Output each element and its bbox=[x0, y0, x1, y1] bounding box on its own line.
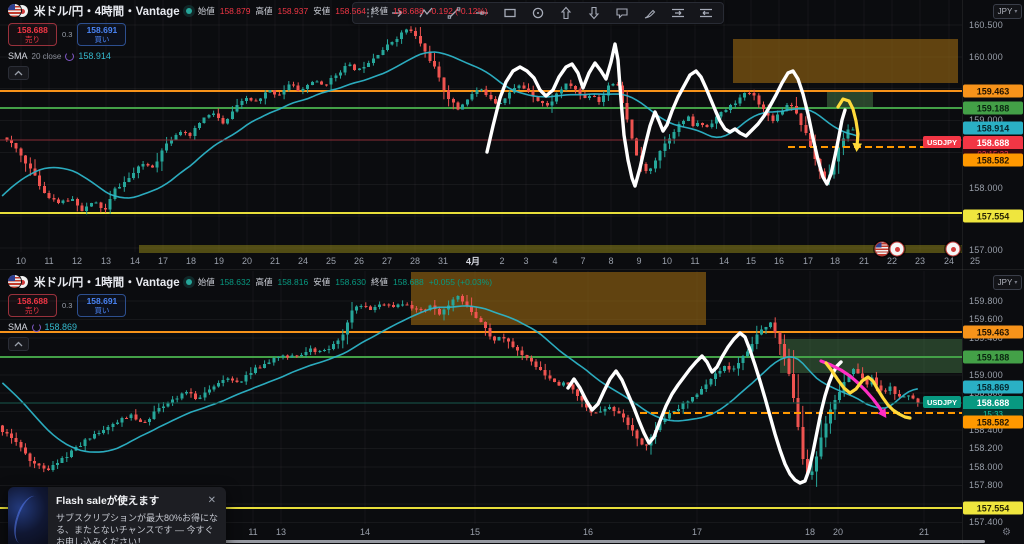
time-axis-top[interactable] bbox=[0, 253, 962, 269]
forecast-down-icon[interactable] bbox=[695, 5, 717, 21]
price-scale-settings-gear-icon[interactable]: ⚙ bbox=[1002, 527, 1011, 538]
rectangle-icon[interactable] bbox=[499, 5, 521, 21]
indicator-params: 20 close bbox=[32, 52, 62, 61]
ohlc-label: 安値 bbox=[313, 276, 330, 288]
spread-value: 0.3 bbox=[62, 30, 72, 39]
buy-button[interactable]: 158.691 買い bbox=[77, 23, 126, 46]
ohlc-value: 158.564 bbox=[335, 6, 366, 16]
zone-layer bbox=[411, 272, 963, 373]
indicator-row-sma[interactable]: SMA 20 close 158.914 bbox=[8, 51, 488, 61]
promo-popup: Flash saleが使えます ✕ サブスクリプションが最大80%お得になる、ま… bbox=[8, 487, 226, 544]
currency-label: JPY bbox=[998, 278, 1013, 287]
symbol-header-bottom: 米ドル/円・1時間・Vantage 始値 158.632 高値 158.816 安値… bbox=[8, 274, 492, 351]
ohlc-value: 158.630 bbox=[335, 277, 366, 287]
price-scale-currency-bottom[interactable]: JPY ▾ bbox=[993, 275, 1022, 290]
symbol-pair-icon[interactable] bbox=[8, 275, 28, 289]
currency-label: JPY bbox=[998, 7, 1013, 16]
symbol-title[interactable]: 米ドル/円・4時間・Vantage bbox=[34, 3, 180, 19]
ohlc-label: 安値 bbox=[313, 5, 330, 17]
ohlc-value: 158.879 bbox=[220, 6, 251, 16]
ohlc-label: 始値 bbox=[198, 276, 215, 288]
popup-title: Flash saleが使えます bbox=[56, 493, 159, 508]
panel-collapse-button[interactable] bbox=[8, 66, 29, 80]
sell-label: 売り bbox=[9, 307, 56, 316]
symbol-pair-icon[interactable] bbox=[8, 4, 28, 18]
economic-events-bar bbox=[139, 245, 962, 253]
buy-button[interactable]: 158.691 買い bbox=[77, 294, 126, 317]
arrow-up-icon[interactable] bbox=[555, 5, 577, 21]
panel-collapse-button[interactable] bbox=[8, 337, 29, 351]
ohlc-value: 158.688 bbox=[393, 277, 424, 287]
arrow-down-icon[interactable] bbox=[583, 5, 605, 21]
symbol-header-top: 米ドル/円・4時間・Vantage 始値 158.879 高値 158.937 安値… bbox=[8, 3, 488, 80]
caret-down-icon: ▾ bbox=[1014, 8, 1017, 15]
ohlc-label: 高値 bbox=[255, 5, 272, 17]
ohlc-value: 158.937 bbox=[277, 6, 308, 16]
price-scale-currency-top[interactable]: JPY ▾ bbox=[993, 4, 1022, 19]
circle-icon[interactable] bbox=[527, 5, 549, 21]
ohlc-readout: 始値158.879 高値158.937 安値158.564 終値158.688 … bbox=[198, 5, 488, 17]
symbol-price-tag: USDJPY bbox=[923, 136, 961, 148]
chevron-up-icon bbox=[14, 341, 23, 347]
sell-label: 売り bbox=[9, 36, 56, 45]
indicator-loading-icon bbox=[32, 323, 41, 332]
sell-button[interactable]: 158.688 売り bbox=[8, 294, 57, 317]
symbol-price-tag: USDJPY bbox=[923, 396, 961, 408]
ohlc-label: 始値 bbox=[198, 5, 215, 17]
callout-icon[interactable] bbox=[611, 5, 633, 21]
change-readout: +0.055 (+0.03%) bbox=[429, 277, 492, 287]
brush-icon[interactable] bbox=[639, 5, 661, 21]
ohlc-label: 終値 bbox=[371, 276, 388, 288]
market-status-dot bbox=[186, 8, 192, 14]
zone-layer bbox=[733, 39, 958, 107]
forecast-up-icon[interactable] bbox=[667, 5, 689, 21]
spread-value: 0.3 bbox=[62, 301, 72, 310]
price-scale[interactable] bbox=[962, 0, 1024, 544]
sell-button[interactable]: 158.688 売り bbox=[8, 23, 57, 46]
ohlc-value: 158.816 bbox=[277, 277, 308, 287]
change-readout: -0.192 (-0.12%) bbox=[429, 6, 488, 16]
indicator-name: SMA bbox=[8, 322, 28, 332]
ohlc-label: 高値 bbox=[255, 276, 272, 288]
panel-divider[interactable] bbox=[0, 269, 1024, 270]
promo-image bbox=[8, 487, 48, 544]
popup-body-text: サブスクリプションが最大80%お得になる、またとないチャンスです — 今すぐお申… bbox=[56, 512, 218, 544]
trading-platform: 160.500160.000159.000158.000157.000159.4… bbox=[0, 0, 1024, 544]
market-status-dot bbox=[186, 279, 192, 285]
ohlc-value: 158.688 bbox=[393, 6, 424, 16]
ohlc-label: 終値 bbox=[371, 5, 388, 17]
indicator-loading-icon bbox=[65, 52, 74, 61]
buy-label: 買い bbox=[78, 36, 125, 45]
indicator-name: SMA bbox=[8, 51, 28, 61]
chevron-up-icon bbox=[14, 70, 23, 76]
chart-canvas[interactable] bbox=[0, 0, 1024, 544]
ohlc-readout: 始値158.632 高値158.816 安値158.630 終値158.688 … bbox=[198, 276, 492, 288]
symbol-title[interactable]: 米ドル/円・1時間・Vantage bbox=[34, 274, 180, 290]
close-icon[interactable]: ✕ bbox=[206, 495, 218, 506]
indicator-value: 158.869 bbox=[45, 322, 78, 332]
buy-label: 買い bbox=[78, 307, 125, 316]
price-level-lines[interactable] bbox=[0, 140, 962, 147]
caret-down-icon: ▾ bbox=[1014, 279, 1017, 286]
ohlc-value: 158.632 bbox=[220, 277, 251, 287]
indicator-row-sma[interactable]: SMA 158.869 bbox=[8, 322, 492, 332]
indicator-value: 158.914 bbox=[78, 51, 111, 61]
